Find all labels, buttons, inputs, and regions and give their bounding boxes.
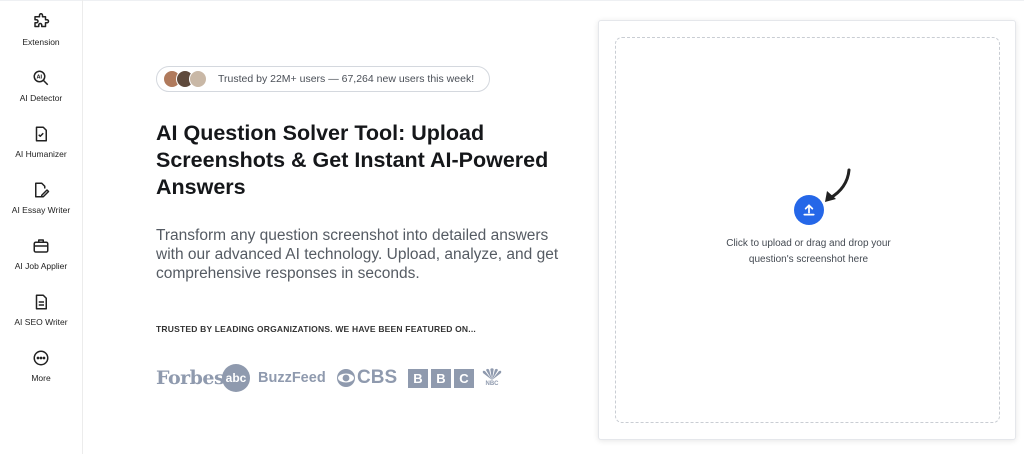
buzzfeed-logo-text: BuzzFeed [258, 370, 326, 386]
document-pen-icon [31, 180, 51, 200]
sidebar-item-ai-job-applier[interactable]: AI Job Applier [0, 236, 82, 271]
briefcase-icon [31, 236, 51, 256]
sidebar-item-label: AI Essay Writer [11, 205, 71, 215]
sidebar: Extension AI AI Detector AI Humanizer AI… [0, 0, 83, 454]
sidebar-item-ai-essay-writer[interactable]: AI Essay Writer [0, 180, 82, 215]
sidebar-item-ai-detector[interactable]: AI AI Detector [0, 68, 82, 103]
page-description: Transform any question screenshot into d… [156, 227, 559, 282]
buzzfeed-logo: BuzzFeed [258, 363, 326, 393]
puzzle-icon [31, 12, 51, 32]
sidebar-item-label: More [31, 373, 51, 383]
bbc-logo-letter: B [408, 368, 428, 388]
svg-text:AI: AI [37, 74, 43, 80]
bbc-logo-letter: B [431, 368, 451, 388]
top-divider [0, 0, 1024, 4]
user-avatars [163, 70, 213, 88]
upload-instructions: Click to upload or drag and drop your qu… [676, 236, 941, 268]
sidebar-item-label: Extension [22, 37, 60, 47]
upload-instructions-line: question's screenshot here [748, 254, 869, 265]
sidebar-item-ai-seo-writer[interactable]: AI SEO Writer [0, 292, 82, 327]
nbc-logo-text: NBC [485, 381, 499, 387]
trust-badge: Trusted by 22M+ users — 67,264 new users… [156, 66, 490, 92]
featured-logos: Forbes abc BuzzFeed CBS B B C NBC [156, 363, 516, 393]
sidebar-item-extension[interactable]: Extension [0, 12, 82, 47]
page-title: AI Question Solver Tool: Upload Screensh… [156, 121, 549, 199]
avatar [189, 70, 207, 88]
upload-button[interactable] [794, 195, 824, 225]
bbc-logo: B B C [408, 363, 474, 393]
sidebar-item-more[interactable]: More [0, 348, 82, 383]
document-check-icon [31, 124, 51, 144]
upload-dropzone[interactable]: Click to upload or drag and drop your qu… [615, 37, 1000, 423]
trust-text: Trusted by 22M+ users — 67,264 new users… [218, 73, 475, 85]
cbs-logo-text: CBS [357, 367, 398, 388]
sidebar-item-ai-humanizer[interactable]: AI Humanizer [0, 124, 82, 159]
abc-logo-text: abc [222, 364, 250, 392]
sidebar-item-label: AI SEO Writer [14, 317, 68, 327]
pointer-arrow-icon [825, 168, 851, 202]
upload-card: Click to upload or drag and drop your qu… [598, 20, 1016, 440]
more-dots-icon [31, 348, 51, 368]
upload-instructions-line: Click to upload or drag and drop your [726, 238, 891, 249]
featured-on-heading: TRUSTED BY LEADING ORGANIZATIONS. WE HAV… [156, 324, 476, 334]
abc-logo: abc [222, 363, 250, 393]
sidebar-item-label: AI Job Applier [14, 261, 68, 271]
nbc-peacock-icon [482, 368, 502, 380]
forbes-logo: Forbes [156, 363, 225, 393]
cbs-eye-icon [337, 369, 355, 387]
sidebar-item-label: AI Humanizer [15, 149, 67, 159]
forbes-logo-text: Forbes [156, 367, 225, 389]
ai-search-icon: AI [31, 68, 51, 88]
nbc-logo: NBC [481, 363, 503, 393]
document-lines-icon [31, 292, 51, 312]
cbs-logo: CBS [336, 363, 397, 393]
sidebar-item-label: AI Detector [19, 93, 63, 103]
bbc-logo-letter: C [454, 368, 474, 388]
upload-icon [803, 204, 815, 216]
